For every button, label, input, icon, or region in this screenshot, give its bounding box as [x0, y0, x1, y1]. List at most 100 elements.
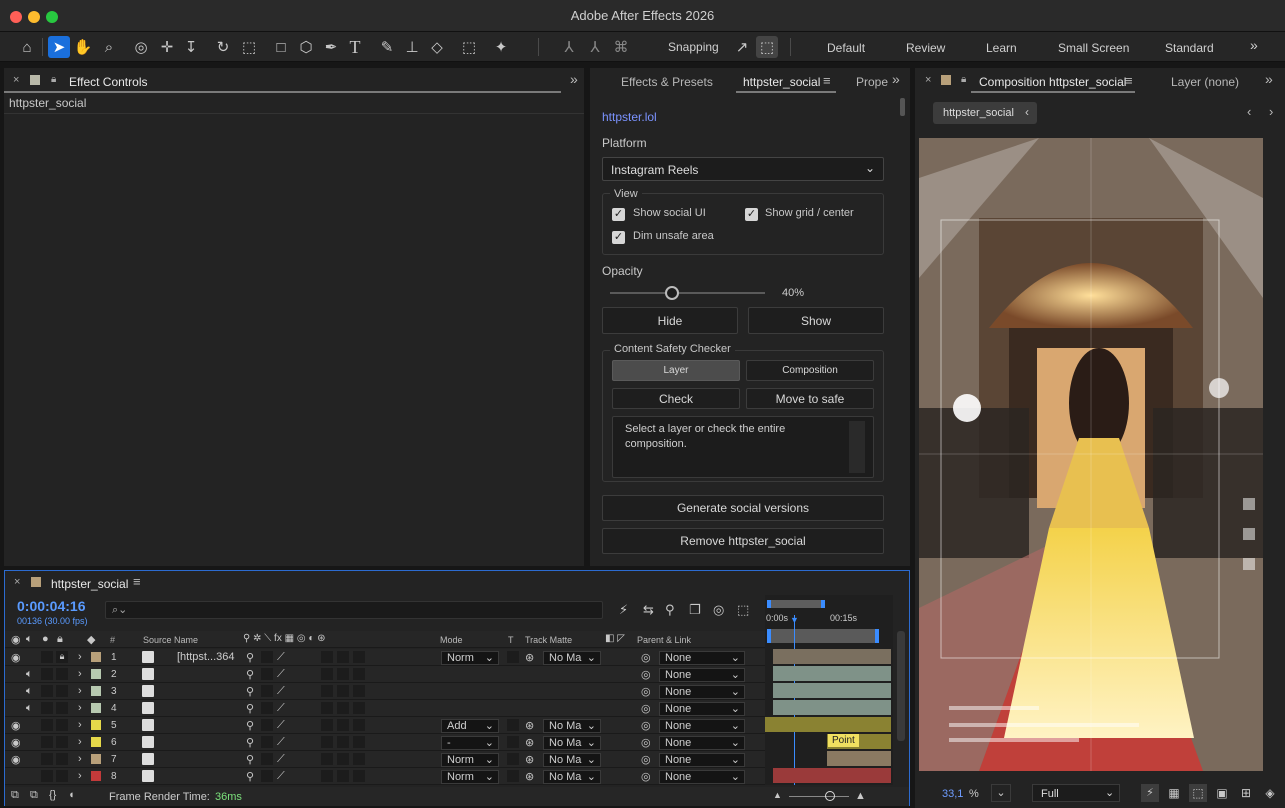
layer-duration-bar[interactable] [773, 666, 891, 681]
3d-toggle[interactable] [353, 668, 365, 680]
layer-label-color[interactable] [91, 669, 101, 679]
motion-blur-toggle[interactable] [321, 702, 333, 714]
show-grid-checkbox[interactable]: ✓ [745, 208, 758, 221]
quality-icon[interactable]: ⟋ [277, 753, 285, 766]
lock-icon[interactable] [56, 753, 68, 765]
panel-scrollbar[interactable] [900, 98, 905, 116]
solo-toggle[interactable] [41, 685, 53, 697]
lock-icon[interactable] [56, 668, 68, 680]
track-matte-select[interactable]: No Ma ⌄ [543, 651, 601, 665]
rotate-tool-icon[interactable]: ↻ [212, 36, 234, 58]
work-area-bar[interactable] [767, 600, 825, 608]
chevron-left-icon[interactable]: ‹ [1247, 104, 1251, 119]
layer-row[interactable]: ◉ 🔒︎ › 1 [httpst...364 ⚲ ⟋ Norm ⌄ ⊛ No Ma… [5, 649, 765, 666]
3d-toggle[interactable] [353, 702, 365, 714]
layer-search-input[interactable]: ⌕⌄ [105, 601, 603, 619]
more-workspaces-icon[interactable]: » [1250, 37, 1258, 53]
quality-icon[interactable]: ⟋ [277, 685, 285, 698]
roto-brush-icon[interactable]: ⬚ [458, 36, 480, 58]
workspace-learn[interactable]: Learn [986, 41, 1017, 55]
pan-camera-icon[interactable]: ✛ [156, 36, 178, 58]
speaker-icon[interactable]: 🔈︎ [26, 702, 33, 715]
pick-whip-icon[interactable]: ◎ [641, 753, 651, 766]
dim-unsafe-checkbox[interactable]: ✓ [612, 231, 625, 244]
dolly-camera-icon[interactable]: ↧ [180, 36, 202, 58]
chevron-right-icon[interactable]: › [1269, 104, 1273, 119]
adjustment-toggle[interactable] [337, 770, 349, 782]
lock-icon[interactable] [56, 770, 68, 782]
tab-properties[interactable]: Prope [856, 75, 888, 89]
snap-features-icon[interactable]: ⬚ [756, 36, 778, 58]
playhead-icon[interactable]: ▼ [790, 615, 799, 625]
expand-chevron-icon[interactable]: › [78, 668, 82, 680]
opacity-slider-knob[interactable] [665, 286, 679, 300]
shy-icon[interactable]: ⚲ [246, 753, 254, 766]
lock-icon[interactable]: 🔒︎ [961, 74, 966, 85]
tab-composition[interactable]: Composition httpster_social [979, 75, 1126, 89]
zoom-in-icon[interactable]: ▲ [855, 790, 866, 802]
close-panel-icon[interactable]: × [13, 74, 19, 86]
3d-toggle[interactable] [353, 685, 365, 697]
collapse-toggle[interactable] [261, 753, 273, 765]
layer-row[interactable]: 🔈︎ › 3 ⚲ ⟋ ◎ None ⌄ [5, 683, 765, 700]
shy-icon[interactable]: ⚲ [246, 668, 254, 681]
pen-tool-icon[interactable]: ✒ [320, 36, 342, 58]
shy-icon[interactable]: ⚲ [246, 685, 254, 698]
matte-link-icon[interactable]: ⊛ [525, 736, 534, 749]
shy-icon[interactable]: ⚲ [246, 770, 254, 783]
parent-select[interactable]: None ⌄ [659, 736, 745, 750]
blend-mode-select[interactable]: Norm ⌄ [441, 651, 499, 665]
lock-icon[interactable] [56, 702, 68, 714]
quality-icon[interactable]: ⟋ [277, 651, 285, 664]
layer-row[interactable]: 🔈︎ › 2 ⚲ ⟋ ◎ None ⌄ [5, 666, 765, 683]
panel-menu-icon[interactable]: ≡ [1125, 73, 1133, 88]
timeline-zoom-knob[interactable] [825, 791, 835, 801]
pick-whip-icon[interactable]: ◎ [641, 651, 651, 664]
collapse-toggle[interactable] [261, 702, 273, 714]
parent-select[interactable]: None ⌄ [659, 651, 745, 665]
blend-mode-select[interactable]: - ⌄ [441, 736, 499, 750]
anchor-tool-icon[interactable]: ⬚ [238, 36, 260, 58]
adjustment-toggle[interactable] [337, 685, 349, 697]
pick-whip-icon[interactable]: ◎ [641, 770, 651, 783]
parent-select[interactable]: None ⌄ [659, 702, 745, 716]
point-marker-label[interactable]: Point [828, 734, 859, 747]
shy-icon[interactable]: ⚲ [246, 702, 254, 715]
timecode[interactable]: 0:00:04:16 [17, 598, 86, 614]
matte-link-icon[interactable]: ⊛ [525, 651, 534, 664]
eye-icon[interactable]: ◉ [11, 736, 21, 749]
opacity-slider-track[interactable] [610, 292, 765, 294]
home-icon[interactable]: ⌂ [16, 36, 38, 58]
composition-viewer[interactable] [919, 138, 1263, 771]
frame-blending-icon[interactable]: ⚲ [665, 602, 675, 618]
collapse-toggle[interactable] [261, 651, 273, 663]
quality-icon[interactable]: ⟋ [277, 770, 285, 783]
layer-label-color[interactable] [91, 703, 101, 713]
hand-tool-icon[interactable]: ✋ [72, 36, 94, 58]
matte-link-icon[interactable]: ⊛ [525, 753, 534, 766]
parent-select[interactable]: None ⌄ [659, 719, 745, 733]
in-out-icon[interactable]: ◖ [68, 789, 75, 801]
motion-blur-toggle[interactable] [321, 651, 333, 663]
expand-chevron-icon[interactable]: › [78, 770, 82, 782]
grid-guides-icon[interactable]: ⊞ [1237, 784, 1255, 802]
show-social-ui-checkbox[interactable]: ✓ [612, 208, 625, 221]
3d-toggle[interactable] [353, 736, 365, 748]
collapse-toggle[interactable] [261, 719, 273, 731]
selection-tool-icon[interactable]: ➤ [48, 36, 70, 58]
eye-icon[interactable]: ◉ [11, 753, 21, 766]
solo-toggle[interactable] [41, 770, 53, 782]
orbit-camera-icon[interactable]: ◎ [130, 36, 152, 58]
channel-icon[interactable]: ◈ [1261, 784, 1279, 802]
expand-chevron-icon[interactable]: › [78, 736, 82, 748]
track-matte-select[interactable]: No Ma ⌄ [543, 719, 601, 733]
lock-icon[interactable]: 🔒︎ [51, 74, 56, 85]
collapse-toggle[interactable] [261, 736, 273, 748]
close-panel-icon[interactable]: × [14, 576, 20, 588]
layer-label-color[interactable] [91, 771, 101, 781]
mask-visibility-icon[interactable]: ⬚ [1189, 784, 1207, 802]
layer-name[interactable]: [httpst...364 [177, 651, 234, 663]
adjustment-toggle[interactable] [337, 668, 349, 680]
layer-row[interactable]: ◉ › 6 ⚲ ⟋ - ⌄ ⊛ No Ma ⌄ ◎ None ⌄ [5, 734, 765, 751]
clone-stamp-icon[interactable]: ⊥ [401, 36, 423, 58]
